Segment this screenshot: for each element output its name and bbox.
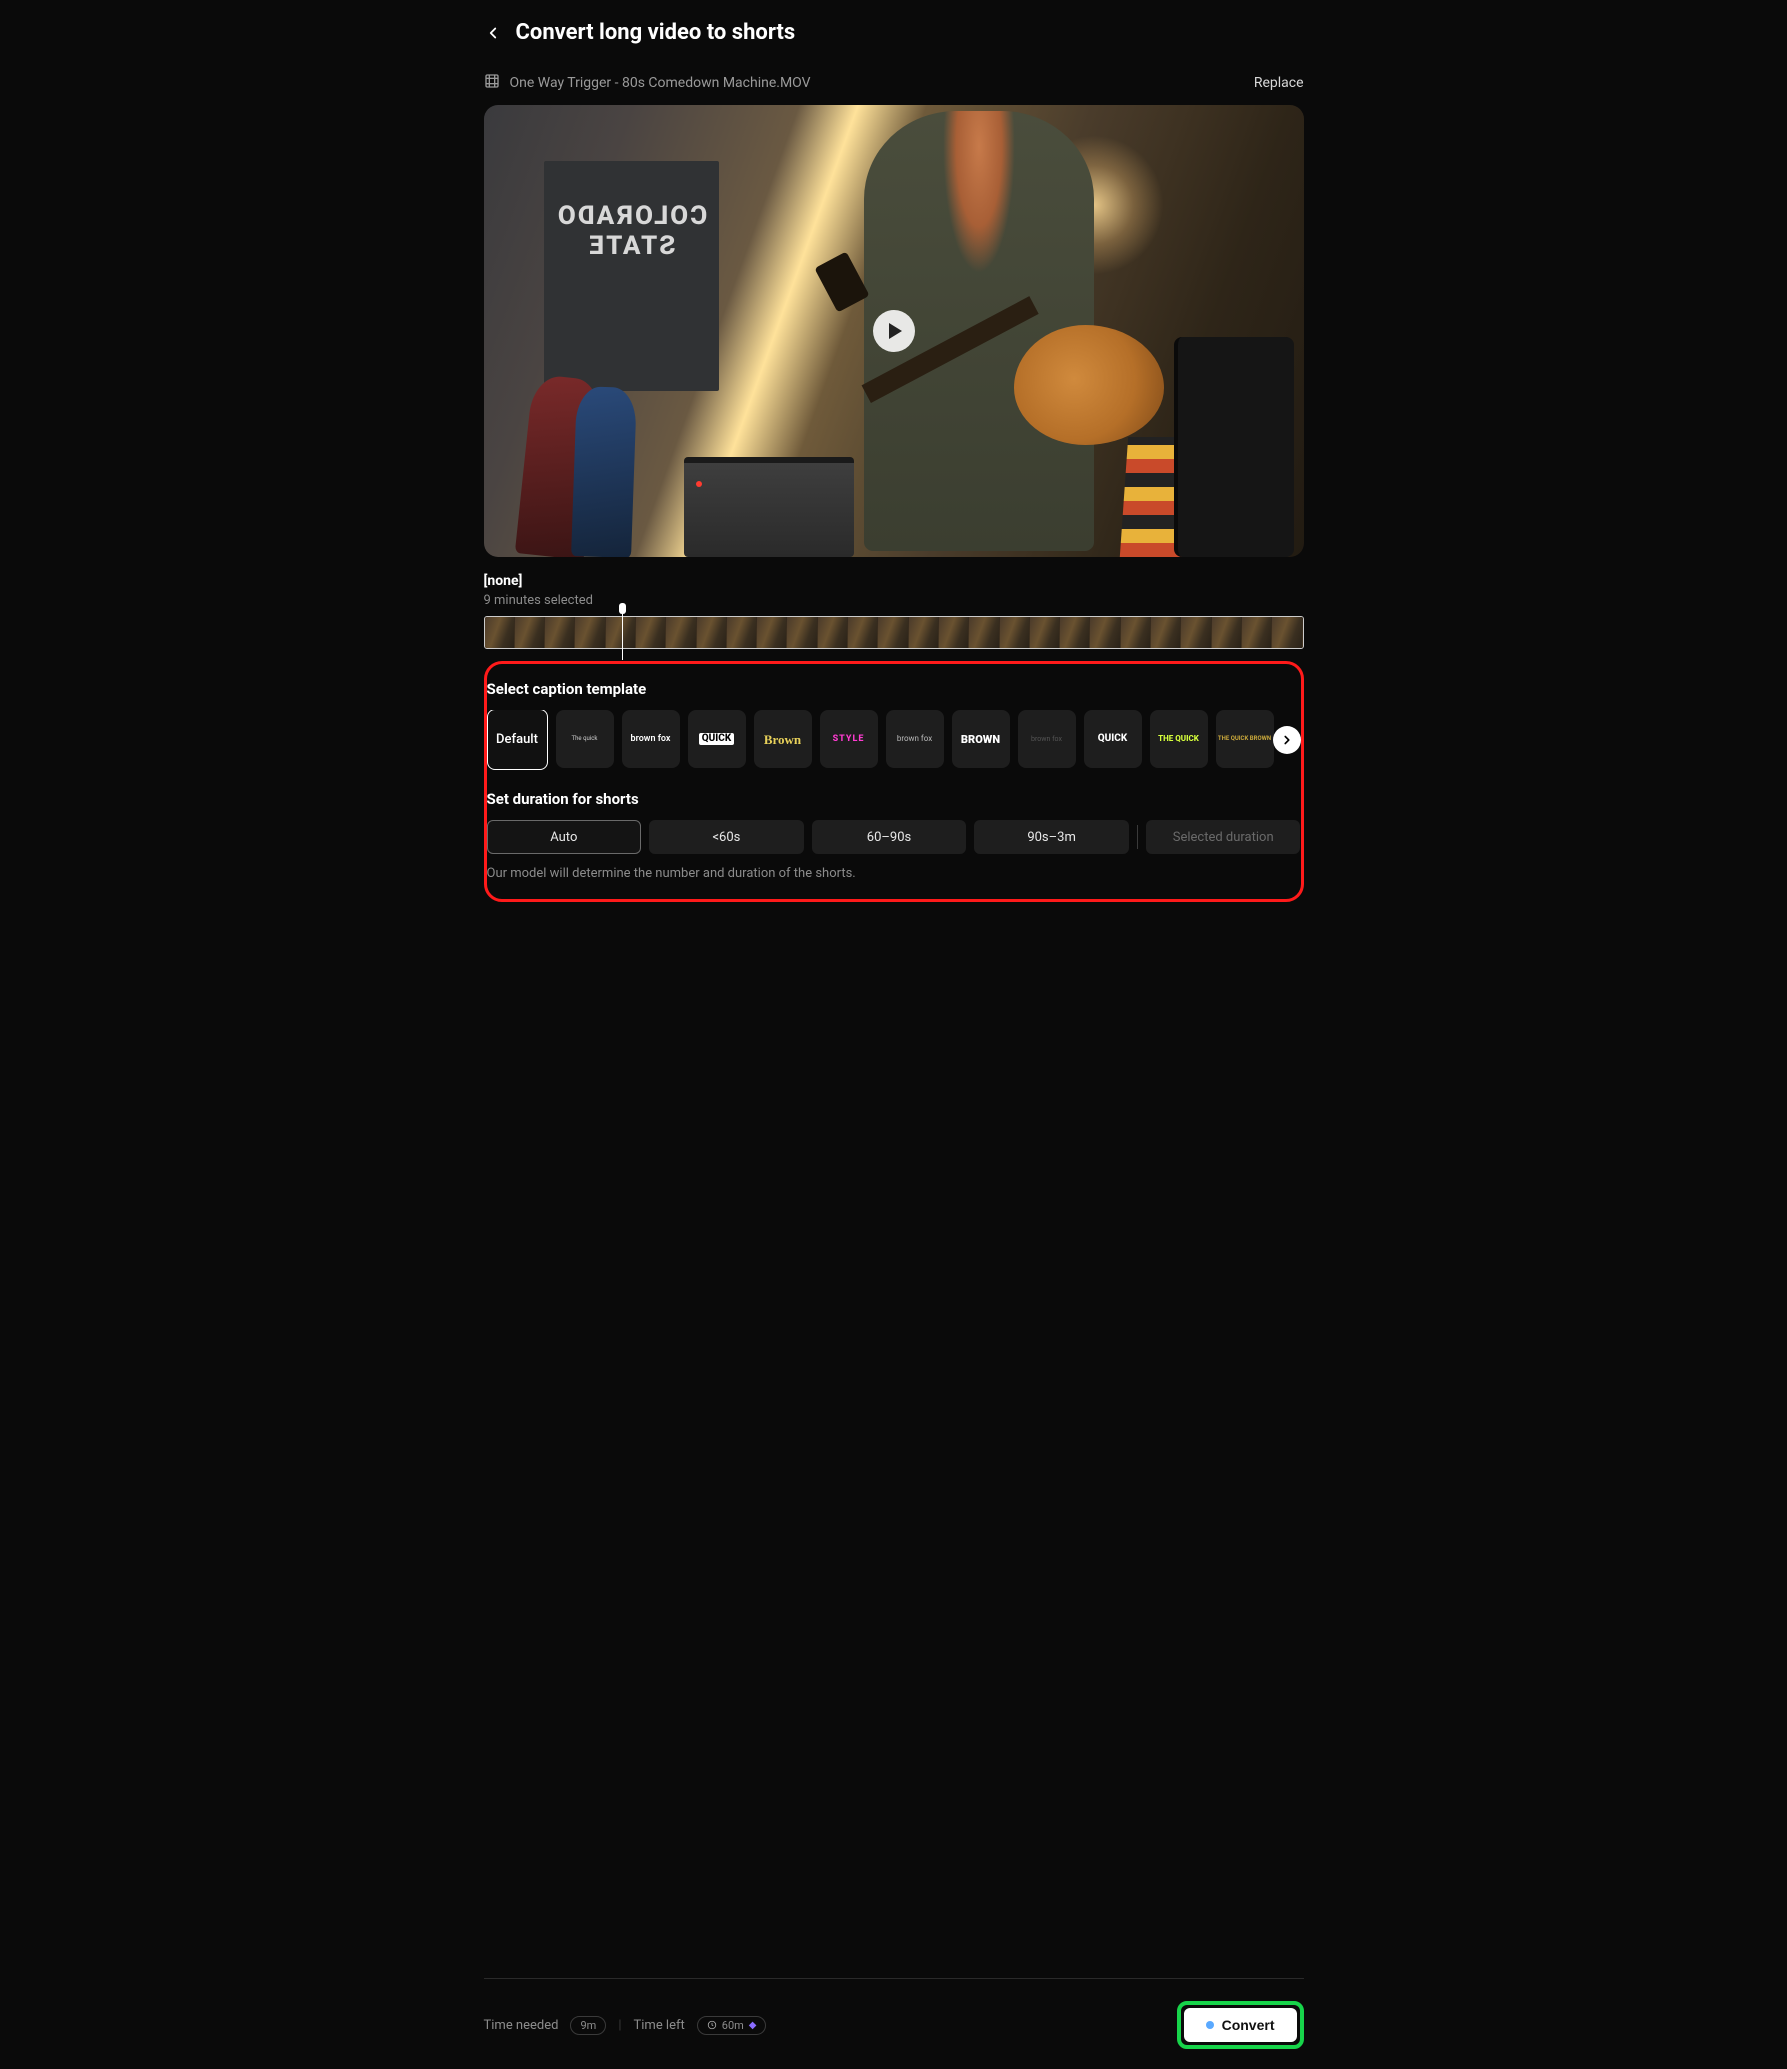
template-t5[interactable]: STYLE — [820, 710, 878, 768]
template-t7[interactable]: BROWN — [952, 710, 1010, 768]
template-label: BROWN — [961, 734, 1000, 745]
time-left-value: 60m — [722, 2019, 744, 2032]
template-t2[interactable]: brown fox — [622, 710, 680, 768]
template-label: Default — [496, 733, 538, 746]
time-left-label: Time left — [634, 2018, 685, 2033]
template-t6[interactable]: brown fox — [886, 710, 944, 768]
convert-button[interactable]: Convert — [1184, 2008, 1297, 2042]
duration-section-title: Set duration for shorts — [487, 790, 1301, 808]
template-label: brown fox — [631, 735, 671, 744]
time-needed-label: Time needed — [484, 2018, 559, 2033]
filename: One Way Trigger - 80s Comedown Machine.M… — [510, 75, 811, 91]
film-icon — [484, 73, 500, 93]
selection-label: [none] — [484, 573, 1304, 589]
duration-60-90[interactable]: 60–90s — [812, 820, 967, 854]
guitar-main — [904, 295, 1164, 455]
caption-section-title: Select caption template — [487, 680, 1301, 698]
play-button[interactable] — [873, 310, 915, 352]
template-label: THE QUICK BROWN — [1218, 736, 1271, 742]
duration-90-3m[interactable]: 90s–3m — [974, 820, 1129, 854]
template-t1[interactable]: The quick — [556, 710, 614, 768]
template-row: Default The quick brown fox QUICK Brown STYLE… — [487, 710, 1301, 770]
template-label: Brown — [764, 733, 801, 746]
template-label: THE QUICK — [1158, 735, 1199, 743]
template-t10[interactable]: THE QUICK — [1150, 710, 1208, 768]
duration-auto[interactable]: Auto — [487, 820, 642, 854]
selection-minutes: 9 minutes selected — [484, 593, 1304, 608]
template-t11[interactable]: THE QUICK BROWN — [1216, 710, 1274, 768]
template-label: QUICK — [1098, 734, 1127, 744]
duration-selected[interactable]: Selected duration — [1146, 820, 1301, 854]
gem-icon: ◆ — [749, 2020, 757, 2031]
duration-lt60[interactable]: <60s — [649, 820, 804, 854]
template-default[interactable]: Default — [487, 710, 548, 770]
time-left-pill: 60m ◆ — [697, 2016, 767, 2035]
timeline[interactable] — [484, 616, 1304, 649]
replace-button[interactable]: Replace — [1254, 75, 1304, 91]
playhead[interactable] — [619, 603, 626, 660]
template-t3[interactable]: QUICK — [688, 710, 746, 768]
poster-text: COLORADO STATE — [544, 161, 719, 391]
guitar-blue — [571, 386, 637, 557]
template-label: The quick — [572, 736, 598, 742]
template-label: QUICK — [699, 733, 734, 745]
template-t8[interactable]: brown fox — [1018, 710, 1076, 768]
time-needed-pill: 9m — [570, 2016, 606, 2035]
templates-scroll-right[interactable] — [1273, 726, 1301, 754]
template-t4[interactable]: Brown — [754, 710, 812, 768]
template-label: STYLE — [833, 735, 865, 744]
template-t9[interactable]: QUICK — [1084, 710, 1142, 768]
convert-label: Convert — [1222, 2017, 1275, 2033]
play-icon — [889, 323, 902, 339]
duration-hint: Our model will determine the number and … — [487, 866, 1301, 881]
status-dot-icon — [1206, 2021, 1214, 2029]
footer-separator: | — [618, 2018, 621, 2033]
video-preview[interactable]: COLORADO STATE — [484, 105, 1304, 557]
page-title: Convert long video to shorts — [516, 20, 796, 45]
template-label: brown fox — [1031, 736, 1062, 743]
amplifier — [684, 457, 854, 557]
duration-separator — [1137, 825, 1138, 849]
guitar-case — [1174, 337, 1294, 557]
template-label: brown fox — [897, 735, 932, 743]
back-button[interactable] — [484, 24, 502, 42]
